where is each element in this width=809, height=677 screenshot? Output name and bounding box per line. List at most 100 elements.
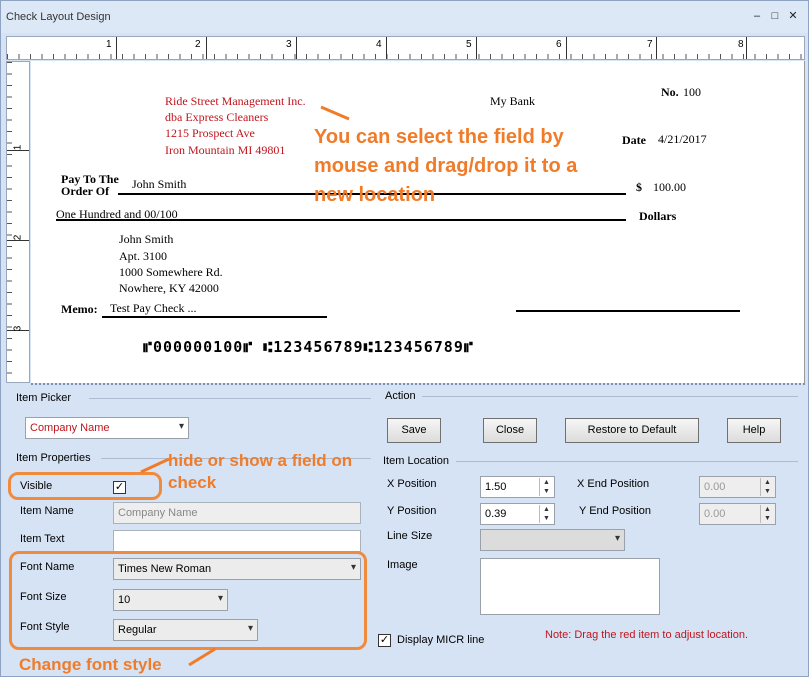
restore-default-button[interactable]: Restore to Default xyxy=(565,418,699,443)
spinner-buttons[interactable]: ▲ ▼ xyxy=(760,478,774,496)
ruler-ticks xyxy=(7,54,804,59)
company-name-field[interactable]: Ride Street Management Inc. xyxy=(165,94,306,109)
bank-name-field[interactable]: My Bank xyxy=(490,94,535,109)
spin-down-icon[interactable]: ▼ xyxy=(761,487,774,496)
x-end-position-value: 0.00 xyxy=(704,481,726,493)
spin-up-icon[interactable]: ▲ xyxy=(761,505,774,514)
item-name-field[interactable]: Company Name xyxy=(113,502,361,524)
item-properties-label: Item Properties xyxy=(16,452,91,464)
title-bar: Check Layout Design – □ ✕ xyxy=(1,1,808,33)
close-button[interactable]: Close xyxy=(483,418,537,443)
item-text-field[interactable] xyxy=(113,530,361,552)
drag-annotation-line: You can select the field by xyxy=(314,126,564,148)
display-micr-label: Display MICR line xyxy=(397,634,485,646)
dollar-sign-label[interactable]: $ xyxy=(636,180,642,195)
chevron-down-icon: ▾ xyxy=(350,562,356,573)
group-divider xyxy=(89,398,371,399)
ruler-number: 3 xyxy=(286,39,292,50)
micr-line[interactable]: ⑈000000100⑈ ⑆123456789⑆123456789⑈ xyxy=(143,338,474,356)
y-position-value: 0.39 xyxy=(485,508,507,520)
x-end-position-input[interactable]: 0.00 ▲ ▼ xyxy=(699,476,776,498)
address-line2-field[interactable]: 1000 Somewhere Rd. xyxy=(119,265,223,280)
company-city-field[interactable]: Iron Mountain MI 49801 xyxy=(165,143,285,158)
visible-annotation-line: hide or show a field on xyxy=(168,451,353,470)
y-end-position-label: Y End Position xyxy=(579,505,651,517)
horizontal-ruler: 1 2 3 4 5 6 7 8 xyxy=(6,36,805,60)
minimize-icon[interactable]: – xyxy=(750,9,764,23)
chevron-down-icon: ▾ xyxy=(614,533,620,544)
date-label[interactable]: Date xyxy=(622,133,646,148)
x-end-position-label: X End Position xyxy=(577,478,650,490)
drag-annotation: You can select the field by mouse and dr… xyxy=(314,123,577,210)
check-no-field[interactable]: 100 xyxy=(683,85,701,100)
ruler-inch-tick xyxy=(746,37,747,59)
item-picker-select[interactable]: Company Name ▾ xyxy=(25,417,189,439)
font-style-label: Font Style xyxy=(20,621,70,633)
ruler-number: 6 xyxy=(556,39,562,50)
address-name-field[interactable]: John Smith xyxy=(119,232,173,247)
date-field[interactable]: 4/21/2017 xyxy=(658,132,707,147)
close-icon[interactable]: ✕ xyxy=(786,9,800,23)
ruler-inch-tick xyxy=(386,37,387,59)
ruler-inch-tick xyxy=(566,37,567,59)
payee-field[interactable]: John Smith xyxy=(132,177,186,192)
save-button[interactable]: Save xyxy=(387,418,441,443)
memo-field[interactable]: Test Pay Check ... xyxy=(110,301,196,316)
spin-down-icon[interactable]: ▼ xyxy=(540,514,553,523)
signature-line[interactable] xyxy=(516,310,740,312)
company-line2-field[interactable]: dba Express Cleaners xyxy=(165,110,268,125)
spinner-buttons[interactable]: ▲ ▼ xyxy=(539,505,553,523)
y-position-label: Y Position xyxy=(387,505,437,517)
image-box[interactable] xyxy=(480,558,660,615)
font-name-select[interactable]: Times New Roman ▾ xyxy=(113,558,361,580)
font-name-value: Times New Roman xyxy=(118,563,212,575)
check-no-label[interactable]: No. xyxy=(661,85,679,100)
order-of-label[interactable]: Order Of xyxy=(61,184,109,199)
ruler-inch-tick xyxy=(116,37,117,59)
canvas-border xyxy=(31,381,805,385)
y-end-position-value: 0.00 xyxy=(704,508,726,520)
maximize-icon[interactable]: □ xyxy=(768,9,782,23)
spinner-buttons[interactable]: ▲ ▼ xyxy=(539,478,553,496)
spin-up-icon[interactable]: ▲ xyxy=(540,505,553,514)
annotation-arrow xyxy=(188,647,216,667)
font-annotation: Change font style xyxy=(19,655,162,674)
spinner-buttons[interactable]: ▲ ▼ xyxy=(760,505,774,523)
font-size-value: 10 xyxy=(118,594,131,606)
memo-label[interactable]: Memo: xyxy=(61,302,98,317)
line-size-select[interactable]: ▾ xyxy=(480,529,625,551)
spin-down-icon[interactable]: ▼ xyxy=(761,514,774,523)
item-location-label: Item Location xyxy=(383,455,450,467)
check-layout-window: Check Layout Design – □ ✕ 1 2 3 4 5 6 7 … xyxy=(0,0,809,677)
display-micr-checkbox[interactable]: ✓ xyxy=(378,634,391,647)
ruler-number: 1 xyxy=(106,39,112,50)
visible-checkbox[interactable]: ✓ xyxy=(113,481,126,494)
drag-annotation-line: new location xyxy=(314,184,436,206)
spin-up-icon[interactable]: ▲ xyxy=(761,478,774,487)
amount-field[interactable]: 100.00 xyxy=(653,180,686,195)
action-label: Action xyxy=(385,390,416,402)
spin-up-icon[interactable]: ▲ xyxy=(540,478,553,487)
group-divider xyxy=(422,396,798,397)
y-position-input[interactable]: 0.39 ▲ ▼ xyxy=(480,503,555,525)
help-button[interactable]: Help xyxy=(727,418,781,443)
y-end-position-input[interactable]: 0.00 ▲ ▼ xyxy=(699,503,776,525)
font-style-select[interactable]: Regular ▾ xyxy=(113,619,258,641)
chevron-down-icon: ▾ xyxy=(247,623,253,634)
memo-line xyxy=(102,316,327,318)
address-city-field[interactable]: Nowhere, KY 42000 xyxy=(119,281,219,296)
annotation-arrow xyxy=(320,105,350,121)
ruler-inch-tick xyxy=(476,37,477,59)
company-address-field[interactable]: 1215 Prospect Ave xyxy=(165,126,255,141)
spin-down-icon[interactable]: ▼ xyxy=(540,487,553,496)
line-size-label: Line Size xyxy=(387,530,433,542)
x-position-value: 1.50 xyxy=(485,481,507,493)
check-canvas[interactable]: Ride Street Management Inc. dba Express … xyxy=(31,61,805,383)
x-position-input[interactable]: 1.50 ▲ ▼ xyxy=(480,476,555,498)
item-picker-value: Company Name xyxy=(30,422,110,434)
font-size-select[interactable]: 10 ▾ xyxy=(113,589,228,611)
item-picker-label: Item Picker xyxy=(16,392,72,404)
address-line1-field[interactable]: Apt. 3100 xyxy=(119,249,167,264)
dollars-label[interactable]: Dollars xyxy=(639,209,676,224)
window-title: Check Layout Design xyxy=(6,11,111,23)
